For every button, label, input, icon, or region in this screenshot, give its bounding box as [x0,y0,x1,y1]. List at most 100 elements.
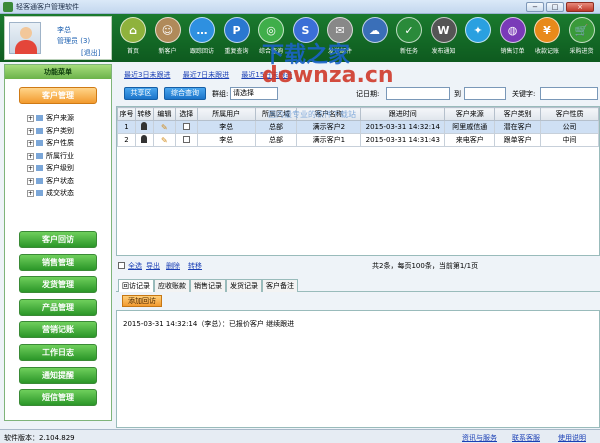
row-checkbox[interactable] [174,133,198,147]
tree-item[interactable]: + 所属行业 [27,151,74,161]
tree-item[interactable]: + 客户级别 [27,163,74,173]
expand-icon[interactable]: + [27,165,34,172]
table-cell[interactable]: 2 [117,133,136,147]
menu-button-1[interactable]: 客户回访 [19,231,97,248]
minimize-button[interactable]: − [526,2,544,12]
toolbar-button-13[interactable]: ¥ 收款记账 [530,16,564,60]
tree-item-label: 客户类别 [46,126,74,135]
logout-link[interactable]: [退出] [81,48,100,58]
date-from-input[interactable] [386,87,450,100]
table-row[interactable]: 2 ✎ 李总 总部 满示客户1 2015-03-31 14:31:43 来电客户 跟单客户 中间 [117,133,599,147]
add-visit-button[interactable]: 添加回访 [122,295,162,307]
table-cell: 李总 [196,133,256,147]
tree-item[interactable]: + 客户类别 [27,126,74,136]
folder-icon [36,127,43,134]
export-link[interactable]: 导出 [146,261,160,271]
expand-icon[interactable]: + [27,115,34,122]
table-cell: 公司 [540,120,599,134]
transfer-icon[interactable] [134,133,154,147]
customer-management-button[interactable]: 客户管理 [19,87,97,104]
toolbar-button-4[interactable]: P 重复查询 [220,16,254,60]
link-3-days[interactable]: 最近3日未跟进 [124,71,170,79]
sidebar: 功能菜单 客户管理 + 客户来源 + 客户类别 + 客户性质 + 所属行业 + 客户级别 + 客户状态… [4,64,112,421]
delete-link[interactable]: 删除 [166,261,180,271]
empty-row [118,238,599,251]
expand-icon[interactable]: + [27,190,34,197]
tab-sales-records[interactable]: 销售记录 [190,279,226,292]
toolbar-button-2[interactable]: ☺ 新客户 [151,16,185,60]
filter-bar: 共享区 综合查询 群组: 请选择 记日期: 到 关键字: [116,86,600,102]
contact-support-link[interactable]: 联系客服 [512,433,540,443]
toolbar-button-11[interactable]: ✦ [461,16,495,60]
folder-icon [36,177,43,184]
column-header[interactable]: 跟进时间 [360,107,446,121]
toolbar-button-9[interactable]: ✓ 新任务 [392,16,426,60]
share-area-button[interactable]: 共享区 [124,87,158,100]
expand-icon[interactable]: + [27,140,34,147]
edit-icon[interactable]: ✎ [152,133,176,147]
transfer-icon[interactable] [134,120,154,134]
toolbar-button-8[interactable]: ☁ [358,16,392,60]
toolbar-button-14[interactable]: 🛒 采购进货 [565,16,599,60]
menu-button-8[interactable]: 短信管理 [19,389,97,407]
help-link[interactable]: 使用说明 [558,433,586,443]
column-header[interactable]: 编辑 [152,107,176,121]
maximize-button[interactable]: □ [546,2,564,12]
tab-customer-notes[interactable]: 客户备注 [262,279,298,292]
tab-visit-records[interactable]: 回访记录 [118,279,154,292]
empty-row [118,160,599,173]
menu-button-5[interactable]: 营销记账 [19,321,97,339]
combined-query-button[interactable]: 综合查询 [164,87,206,100]
menu-button-3[interactable]: 发货管理 [19,276,97,294]
expand-icon[interactable]: + [27,177,34,185]
tab-receivables[interactable]: 应收账款 [154,279,190,292]
purchase-icon: 🛒 [568,17,595,43]
select-all-checkbox[interactable] [118,262,125,269]
info-service-link[interactable]: 资讯与服务 [462,433,497,443]
keyword-input[interactable] [540,87,598,100]
folder-icon [36,115,43,121]
group-select[interactable]: 请选择 [230,87,278,100]
column-header[interactable]: 所属用户 [196,107,256,121]
table-cell: 总部 [254,120,298,134]
column-header[interactable]: 客户性质 [540,107,599,121]
expand-icon[interactable]: + [27,152,34,160]
tree-item[interactable]: + 成交状态 [27,188,74,198]
select-all-link[interactable]: 全选 [128,261,142,271]
menu-button-6[interactable]: 工作日志 [19,344,97,361]
close-button[interactable]: × [566,2,594,12]
table-row[interactable]: 1 ✎ 李总 总部 满示客户2 2015-03-31 14:32:14 阿里戚信通 潜在客户公… [117,120,599,134]
user-panel: 李总 管理员 (3) [退出] [4,16,112,60]
tree-item[interactable]: + 客户性质 [27,138,74,148]
edit-icon[interactable]: ✎ [152,120,176,134]
app-icon [3,2,13,12]
to-label: 到 [454,90,461,98]
empty-row [118,199,599,212]
toolbar-button-12[interactable]: ◍ 销售订单 [496,16,530,60]
home-icon: ⌂ [120,17,146,43]
menu-button-2[interactable]: 销售管理 [19,253,97,271]
column-header[interactable]: 客户类别 [494,107,542,121]
menu-button-7[interactable]: 通知提醒 [19,366,97,384]
toolbar-button-1[interactable]: ⌂ 首页 [116,16,150,60]
column-header[interactable]: 序号 [117,107,136,121]
chat-icon: … [189,17,215,43]
table-cell: 满示客户1 [296,133,362,147]
group-label: 群组: [212,90,229,98]
watermark-url: downza.cn [262,63,394,88]
tab-shipping-records[interactable]: 发货记录 [226,279,262,292]
link-7-days[interactable]: 最近7日未跟进 [183,71,229,79]
row-checkbox[interactable] [174,120,198,134]
menu-button-4[interactable]: 产品管理 [19,298,97,316]
transfer-link[interactable]: 转移 [188,261,202,271]
tree-item[interactable]: + 客户状态 [27,176,74,186]
column-header[interactable]: 转移 [134,107,154,121]
toolbar-button-3[interactable]: … 跟踪回访 [185,16,219,60]
column-header[interactable]: 客户来源 [444,107,496,121]
column-header[interactable]: 选择 [174,107,198,121]
expand-icon[interactable]: + [27,127,34,135]
tree-item[interactable]: + 客户来源 [27,113,74,123]
toolbar-button-10[interactable]: W 发布通知 [427,16,461,60]
table-cell[interactable]: 1 [117,120,136,134]
date-to-input[interactable] [464,87,506,100]
